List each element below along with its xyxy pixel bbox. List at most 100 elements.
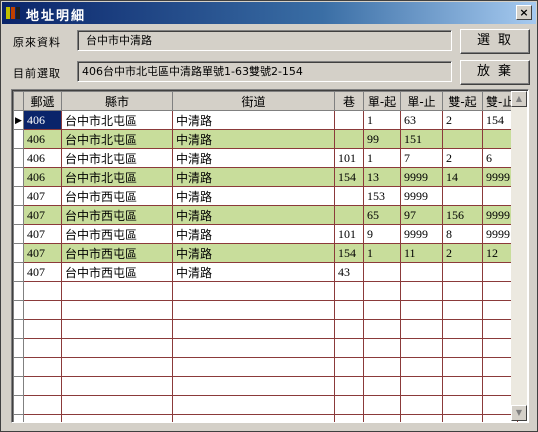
odd-start-cell[interactable]: 1 — [363, 243, 401, 263]
zip-cell[interactable]: 406 — [23, 110, 62, 130]
zip-cell[interactable]: 406 — [23, 148, 62, 168]
street-cell[interactable]: 中清路 — [172, 224, 335, 244]
street-cell[interactable]: 中清路 — [172, 186, 335, 206]
odd-start-cell[interactable]: 65 — [363, 205, 401, 225]
street-cell[interactable]: 中清路 — [172, 148, 335, 168]
even-start-cell[interactable]: 8 — [442, 224, 483, 244]
even-start-cell[interactable]: 156 — [442, 205, 483, 225]
row-selector[interactable] — [13, 224, 24, 244]
header-city[interactable]: 縣市 — [61, 91, 173, 111]
lane-cell[interactable] — [334, 186, 364, 206]
empty-cell — [442, 319, 483, 339]
header-odd-start[interactable]: 單-起 — [363, 91, 401, 111]
lane-cell[interactable] — [334, 129, 364, 149]
table-row[interactable]: 407 台中市西屯區 中清路 153 9999 — [13, 186, 519, 206]
city-cell[interactable]: 台中市西屯區 — [61, 224, 173, 244]
lane-cell[interactable] — [334, 205, 364, 225]
table-row[interactable]: 407 台中市西屯區 中清路 154 1 11 2 12 — [13, 243, 519, 263]
table-row[interactable]: 406 台中市北屯區 中清路 101 1 7 2 6 — [13, 148, 519, 168]
odd-end-cell[interactable]: 9999 — [400, 224, 443, 244]
discard-button[interactable]: 放棄 — [460, 60, 530, 85]
zip-cell[interactable]: 407 — [23, 243, 62, 263]
address-grid[interactable]: 郵遞 縣市 街道 巷 單-起 單-止 雙-起 雙-止 ▶ 406 台中市北屯區 中清路… — [11, 89, 529, 423]
even-start-cell[interactable] — [442, 129, 483, 149]
close-button[interactable]: × — [516, 5, 532, 20]
even-start-cell[interactable]: 2 — [442, 110, 483, 130]
street-cell[interactable]: 中清路 — [172, 243, 335, 263]
city-cell[interactable]: 台中市西屯區 — [61, 186, 173, 206]
select-button[interactable]: 選取 — [460, 29, 530, 54]
odd-end-cell[interactable] — [400, 262, 443, 282]
zip-cell[interactable]: 407 — [23, 224, 62, 244]
lane-cell[interactable]: 101 — [334, 148, 364, 168]
street-cell[interactable]: 中清路 — [172, 167, 335, 187]
scroll-down-arrow-icon[interactable]: ▼ — [511, 405, 527, 421]
street-cell[interactable]: 中清路 — [172, 262, 335, 282]
odd-start-cell[interactable]: 153 — [363, 186, 401, 206]
empty-cell — [172, 300, 335, 320]
city-cell[interactable]: 台中市北屯區 — [61, 129, 173, 149]
odd-start-cell[interactable]: 13 — [363, 167, 401, 187]
odd-end-cell[interactable]: 63 — [400, 110, 443, 130]
header-lane[interactable]: 巷 — [334, 91, 364, 111]
zip-cell[interactable]: 407 — [23, 205, 62, 225]
table-row[interactable]: 407 台中市西屯區 中清路 101 9 9999 8 9999 — [13, 224, 519, 244]
header-zip[interactable]: 郵遞 — [23, 91, 62, 111]
street-cell[interactable]: 中清路 — [172, 205, 335, 225]
even-start-cell[interactable] — [442, 186, 483, 206]
vertical-scrollbar[interactable]: ▲ ▼ — [511, 91, 527, 421]
zip-cell[interactable]: 406 — [23, 129, 62, 149]
city-cell[interactable]: 台中市北屯區 — [61, 167, 173, 187]
row-selector[interactable] — [13, 262, 24, 282]
lane-cell[interactable]: 43 — [334, 262, 364, 282]
header-even-start[interactable]: 雙-起 — [442, 91, 483, 111]
lane-cell[interactable]: 154 — [334, 167, 364, 187]
city-cell[interactable]: 台中市西屯區 — [61, 262, 173, 282]
odd-end-cell[interactable]: 11 — [400, 243, 443, 263]
row-selector[interactable] — [13, 186, 24, 206]
street-cell[interactable]: 中清路 — [172, 129, 335, 149]
row-selector[interactable] — [13, 205, 24, 225]
odd-start-cell[interactable]: 1 — [363, 110, 401, 130]
even-start-cell[interactable]: 14 — [442, 167, 483, 187]
zip-cell[interactable]: 407 — [23, 262, 62, 282]
even-start-cell[interactable]: 2 — [442, 148, 483, 168]
city-cell[interactable]: 台中市西屯區 — [61, 243, 173, 263]
table-row[interactable]: 406 台中市北屯區 中清路 154 13 9999 14 9999 — [13, 167, 519, 187]
city-cell[interactable]: 台中市北屯區 — [61, 148, 173, 168]
city-cell[interactable]: 台中市西屯區 — [61, 205, 173, 225]
odd-start-cell[interactable]: 9 — [363, 224, 401, 244]
title-bar[interactable]: 地址明細 × — [2, 2, 536, 24]
table-row[interactable]: 406 台中市北屯區 中清路 99 151 — [13, 129, 519, 149]
row-selector[interactable] — [13, 148, 24, 168]
odd-end-cell[interactable]: 97 — [400, 205, 443, 225]
empty-row — [13, 300, 519, 320]
odd-end-cell[interactable]: 151 — [400, 129, 443, 149]
street-cell[interactable]: 中清路 — [172, 110, 335, 130]
odd-start-cell[interactable] — [363, 262, 401, 282]
header-street[interactable]: 街道 — [172, 91, 335, 111]
table-row[interactable]: 407 台中市西屯區 中清路 65 97 156 9999 — [13, 205, 519, 225]
row-selector[interactable] — [13, 243, 24, 263]
odd-end-cell[interactable]: 7 — [400, 148, 443, 168]
empty-row — [13, 414, 519, 422]
table-row[interactable]: ▶ 406 台中市北屯區 中清路 1 63 2 154 — [13, 110, 519, 130]
lane-cell[interactable]: 101 — [334, 224, 364, 244]
row-pointer-icon[interactable]: ▶ — [13, 110, 24, 130]
zip-cell[interactable]: 406 — [23, 167, 62, 187]
row-selector[interactable] — [13, 129, 24, 149]
odd-end-cell[interactable]: 9999 — [400, 186, 443, 206]
header-odd-end[interactable]: 單-止 — [400, 91, 443, 111]
even-start-cell[interactable]: 2 — [442, 243, 483, 263]
odd-start-cell[interactable]: 99 — [363, 129, 401, 149]
table-row[interactable]: 407 台中市西屯區 中清路 43 — [13, 262, 519, 282]
row-selector[interactable] — [13, 167, 24, 187]
zip-cell[interactable]: 407 — [23, 186, 62, 206]
lane-cell[interactable]: 154 — [334, 243, 364, 263]
even-start-cell[interactable] — [442, 262, 483, 282]
odd-end-cell[interactable]: 9999 — [400, 167, 443, 187]
scroll-up-arrow-icon[interactable]: ▲ — [511, 91, 527, 107]
odd-start-cell[interactable]: 1 — [363, 148, 401, 168]
city-cell[interactable]: 台中市北屯區 — [61, 110, 173, 130]
lane-cell[interactable] — [334, 110, 364, 130]
